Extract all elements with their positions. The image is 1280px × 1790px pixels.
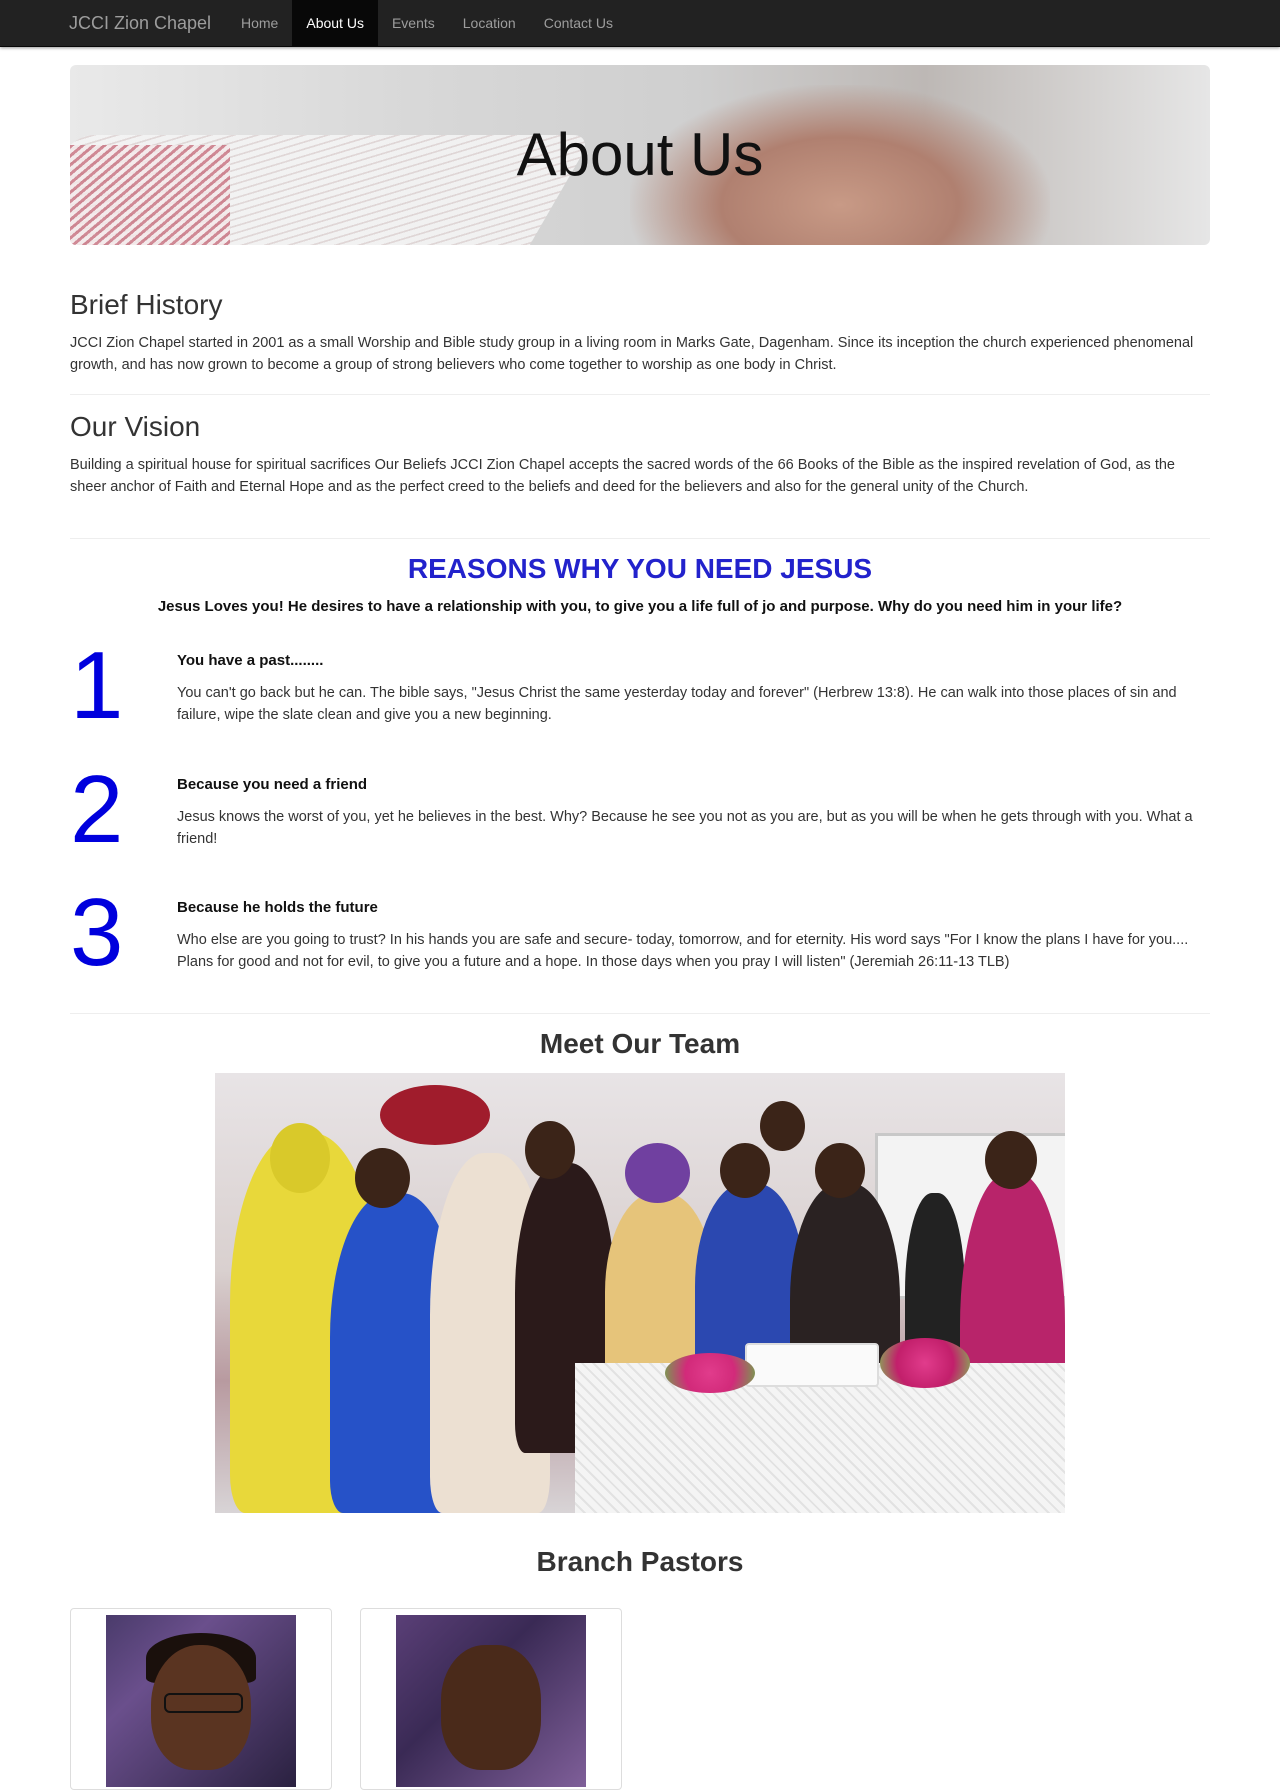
pastor-thumbnail[interactable] xyxy=(70,1608,332,1790)
main-nav: Home About Us Events Location Contact Us xyxy=(227,0,627,46)
person-head xyxy=(380,1085,490,1145)
divider xyxy=(70,394,1210,395)
person-head xyxy=(985,1131,1037,1189)
reason-title: Because you need a friend xyxy=(177,776,368,793)
history-heading: Brief History xyxy=(70,289,223,320)
reasons-subtitle: Jesus Loves you! He desires to have a re… xyxy=(157,598,1123,615)
reason-body: Jesus knows the worst of you, yet he bel… xyxy=(177,809,1193,847)
reason-title: You have a past........ xyxy=(177,652,324,669)
person-head xyxy=(815,1143,865,1198)
nav-home[interactable]: Home xyxy=(227,0,292,46)
top-navbar: JCCI Zion Chapel Home About Us Events Lo… xyxy=(0,0,1280,47)
history-text: JCCI Zion Chapel started in 2001 as a sm… xyxy=(70,335,1194,373)
nav-contact-us[interactable]: Contact Us xyxy=(530,0,627,46)
person-head xyxy=(270,1123,330,1193)
pastor-photo xyxy=(106,1615,296,1787)
reason-title: Because he holds the future xyxy=(177,899,378,916)
team-heading: Meet Our Team xyxy=(539,1028,741,1059)
hero-title: About Us xyxy=(516,121,764,188)
site-brand-link[interactable]: JCCI Zion Chapel xyxy=(69,0,211,46)
vision-section: Our Vision Building a spiritual house fo… xyxy=(70,411,1210,498)
history-section: Brief History JCCI Zion Chapel started i… xyxy=(70,289,1210,376)
reason-number: 1 xyxy=(70,632,124,739)
vision-heading: Our Vision xyxy=(70,411,201,442)
pastor-face xyxy=(441,1645,541,1770)
nav-events[interactable]: Events xyxy=(378,0,449,46)
vision-text: Building a spiritual house for spiritual… xyxy=(70,457,1175,495)
glasses-icon xyxy=(164,1693,243,1713)
reason-body: Who else are you going to trust? In his … xyxy=(177,932,1189,970)
pastor-thumbnail[interactable] xyxy=(360,1608,622,1790)
reason-body: You can't go back but he can. The bible … xyxy=(177,685,1177,723)
reasons-heading: REASONS WHY YOU NEED JESUS xyxy=(407,553,873,584)
divider xyxy=(70,538,1210,539)
reason-number: 2 xyxy=(70,756,124,863)
person-head xyxy=(760,1101,805,1151)
cake-image xyxy=(745,1343,879,1387)
nav-location[interactable]: Location xyxy=(449,0,530,46)
pastors-heading: Branch Pastors xyxy=(536,1546,744,1577)
flowers-image xyxy=(665,1353,755,1393)
flowers-image xyxy=(880,1338,970,1388)
person-head xyxy=(355,1148,410,1208)
person-head xyxy=(525,1121,575,1179)
divider xyxy=(70,1013,1210,1014)
person-head xyxy=(625,1143,690,1203)
about-hero-banner: About Us xyxy=(70,65,1210,245)
nav-about-us[interactable]: About Us xyxy=(292,0,378,46)
reason-number: 3 xyxy=(70,879,124,986)
person-head xyxy=(720,1143,770,1198)
pastor-photo xyxy=(396,1615,586,1787)
team-photo xyxy=(215,1073,1065,1513)
